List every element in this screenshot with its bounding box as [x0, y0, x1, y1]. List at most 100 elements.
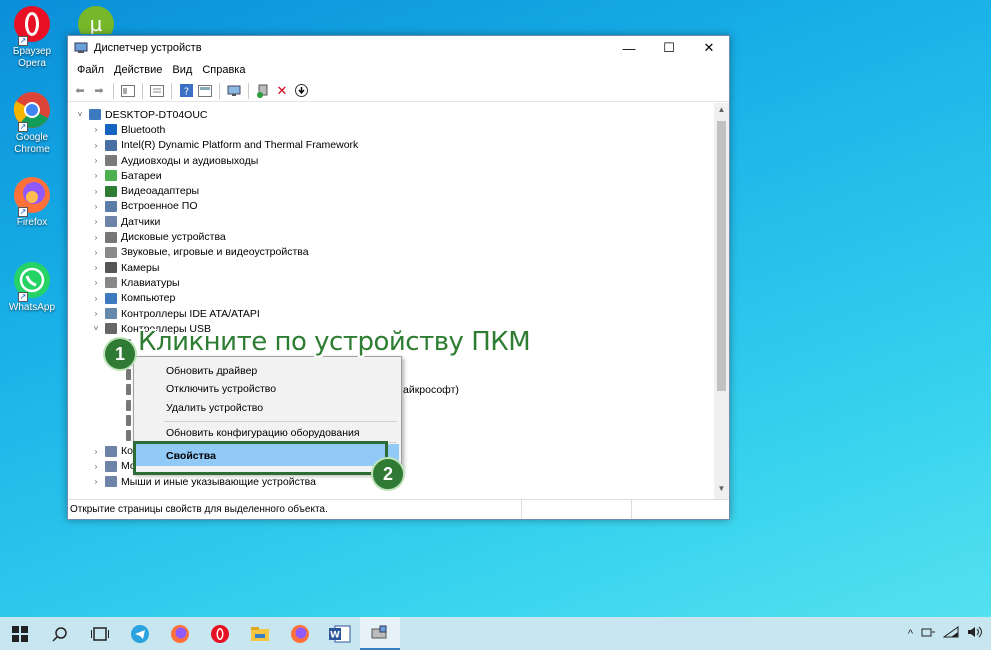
- tree-item[interactable]: › Дисковые устройства: [68, 229, 729, 244]
- status-text: Открытие страницы свойств для выделенног…: [70, 500, 522, 519]
- usb-icon: [126, 430, 131, 442]
- chevron-up-icon[interactable]: ^: [908, 628, 913, 640]
- tree-item[interactable]: › Контроллеры IDE ATA/ATAPI: [68, 306, 729, 321]
- tree-item[interactable]: › Батареи: [68, 168, 729, 183]
- desktop-icon-firefox[interactable]: ↗ Firefox: [4, 175, 60, 229]
- expand-icon[interactable]: ›: [90, 141, 102, 150]
- scroll-thumb[interactable]: [717, 121, 726, 391]
- minimize-button[interactable]: —: [609, 36, 649, 60]
- back-icon[interactable]: ⬅: [72, 83, 88, 99]
- opera-icon[interactable]: [200, 617, 240, 650]
- tree-item[interactable]: › Камеры: [68, 260, 729, 275]
- expand-icon[interactable]: ›: [90, 447, 102, 456]
- device-category-icon: [105, 124, 117, 136]
- menu-file[interactable]: Файл: [72, 64, 109, 76]
- expand-icon[interactable]: ›: [90, 248, 102, 257]
- tree-item-label: Звуковые, игровые и видеоустройства: [121, 246, 309, 259]
- expand-icon[interactable]: ›: [90, 477, 102, 486]
- wifi-icon[interactable]: [942, 626, 959, 641]
- scroll-up-icon[interactable]: ▲: [714, 105, 729, 119]
- device-manager-icon[interactable]: [360, 617, 400, 650]
- desktop-icon-opera[interactable]: ↗ Браузер Opera: [4, 4, 60, 70]
- word-icon[interactable]: W: [320, 617, 360, 650]
- menu-item-disable-device[interactable]: Отключить устройство: [166, 383, 276, 395]
- menu-action[interactable]: Действие: [109, 64, 167, 76]
- maximize-button[interactable]: ☐: [649, 36, 689, 60]
- tree-root-computer[interactable]: ˅ DESKTOP-DT04OUC: [68, 107, 729, 122]
- search-icon[interactable]: [40, 617, 80, 650]
- expand-icon[interactable]: ›: [90, 233, 102, 242]
- expand-icon[interactable]: ›: [90, 171, 102, 180]
- firefox-icon[interactable]: [160, 617, 200, 650]
- device-category-icon: [105, 216, 117, 228]
- tree-item[interactable]: › Компьютер: [68, 291, 729, 306]
- desktop-icon-chrome[interactable]: ↗ Google Chrome: [4, 90, 60, 156]
- tree-item[interactable]: › Intel(R) Dynamic Platform and Thermal F…: [68, 138, 729, 153]
- highlight-frame: [133, 441, 388, 475]
- help-icon[interactable]: ?: [178, 83, 194, 99]
- expand-icon[interactable]: ›: [90, 263, 102, 272]
- collapse-icon[interactable]: ˅: [74, 110, 86, 119]
- utorrent-icon[interactable]: µ: [76, 4, 116, 34]
- expand-icon[interactable]: ›: [90, 278, 102, 287]
- tree-item-label: Датчики: [121, 215, 161, 228]
- console-tree-icon[interactable]: [120, 83, 136, 99]
- device-category-icon: [105, 185, 117, 197]
- menu-help[interactable]: Справка: [197, 64, 250, 76]
- menu-view[interactable]: Вид: [167, 64, 197, 76]
- device-category-icon: [105, 155, 117, 167]
- tree-item[interactable]: › Видеоадаптеры: [68, 183, 729, 198]
- volume-icon[interactable]: [967, 626, 983, 641]
- expand-icon[interactable]: ›: [90, 202, 102, 211]
- expand-icon[interactable]: ›: [90, 125, 102, 134]
- scroll-down-icon[interactable]: ▼: [714, 484, 729, 498]
- system-tray: ^: [908, 626, 991, 641]
- uninstall-icon[interactable]: ✕: [274, 83, 290, 99]
- add-driver-icon[interactable]: [255, 83, 271, 99]
- device-category-icon: [105, 445, 117, 457]
- device-category-icon: [105, 231, 117, 243]
- tree-item[interactable]: › Bluetooth: [68, 122, 729, 137]
- svg-text:µ: µ: [90, 12, 103, 34]
- monitor-icon[interactable]: [226, 83, 242, 99]
- tree-item[interactable]: › Датчики: [68, 214, 729, 229]
- collapse-icon[interactable]: ˅: [90, 324, 102, 333]
- device-category-icon: [105, 170, 117, 182]
- expand-icon[interactable]: ›: [90, 156, 102, 165]
- tree-item-label: Компьютер: [121, 292, 176, 305]
- tree-item[interactable]: › Звуковые, игровые и видеоустройства: [68, 245, 729, 260]
- update-icon[interactable]: [293, 83, 309, 99]
- callout-text: Кликните по устройству ПКМ: [138, 327, 531, 357]
- task-view-icon[interactable]: [80, 617, 120, 650]
- vertical-scrollbar[interactable]: ▲ ▼: [714, 103, 729, 500]
- tree-item[interactable]: › Клавиатуры: [68, 275, 729, 290]
- expand-icon[interactable]: ›: [90, 462, 102, 471]
- menu-item-update-driver[interactable]: Обновить драйвер: [166, 365, 257, 377]
- tree-item-label: DESKTOP-DT04OUC: [105, 108, 208, 121]
- properties-icon[interactable]: [149, 83, 165, 99]
- telegram-icon[interactable]: [120, 617, 160, 650]
- device-category-icon: [105, 277, 117, 289]
- tree-item-label: Батареи: [121, 169, 162, 182]
- title-bar[interactable]: Диспетчер устройств — ☐ ✕: [68, 36, 729, 60]
- desktop-icon-whatsapp[interactable]: ↗ WhatsApp: [4, 260, 60, 314]
- tree-item-label: Аудиовходы и аудиовыходы: [121, 154, 259, 167]
- file-explorer-icon[interactable]: [240, 617, 280, 650]
- tree-item-label: Дисковые устройства: [121, 231, 226, 244]
- expand-icon[interactable]: ›: [90, 217, 102, 226]
- device-category-icon: [89, 109, 101, 121]
- firefox-icon[interactable]: [280, 617, 320, 650]
- menu-item-scan-hardware[interactable]: Обновить конфигурацию оборудования: [166, 427, 360, 439]
- tree-item[interactable]: › Встроенное ПО: [68, 199, 729, 214]
- forward-icon[interactable]: ➡: [91, 83, 107, 99]
- expand-icon[interactable]: ›: [90, 187, 102, 196]
- expand-icon[interactable]: ›: [90, 294, 102, 303]
- expand-icon[interactable]: ›: [90, 309, 102, 318]
- tree-item[interactable]: › Аудиовходы и аудиовыходы: [68, 153, 729, 168]
- menu-item-uninstall-device[interactable]: Удалить устройство: [166, 402, 263, 414]
- windows-start-icon[interactable]: [0, 617, 40, 650]
- network-device-icon[interactable]: [921, 626, 935, 641]
- view-icon[interactable]: [197, 83, 213, 99]
- tree-item-label: Bluetooth: [121, 123, 166, 136]
- close-button[interactable]: ✕: [689, 36, 729, 60]
